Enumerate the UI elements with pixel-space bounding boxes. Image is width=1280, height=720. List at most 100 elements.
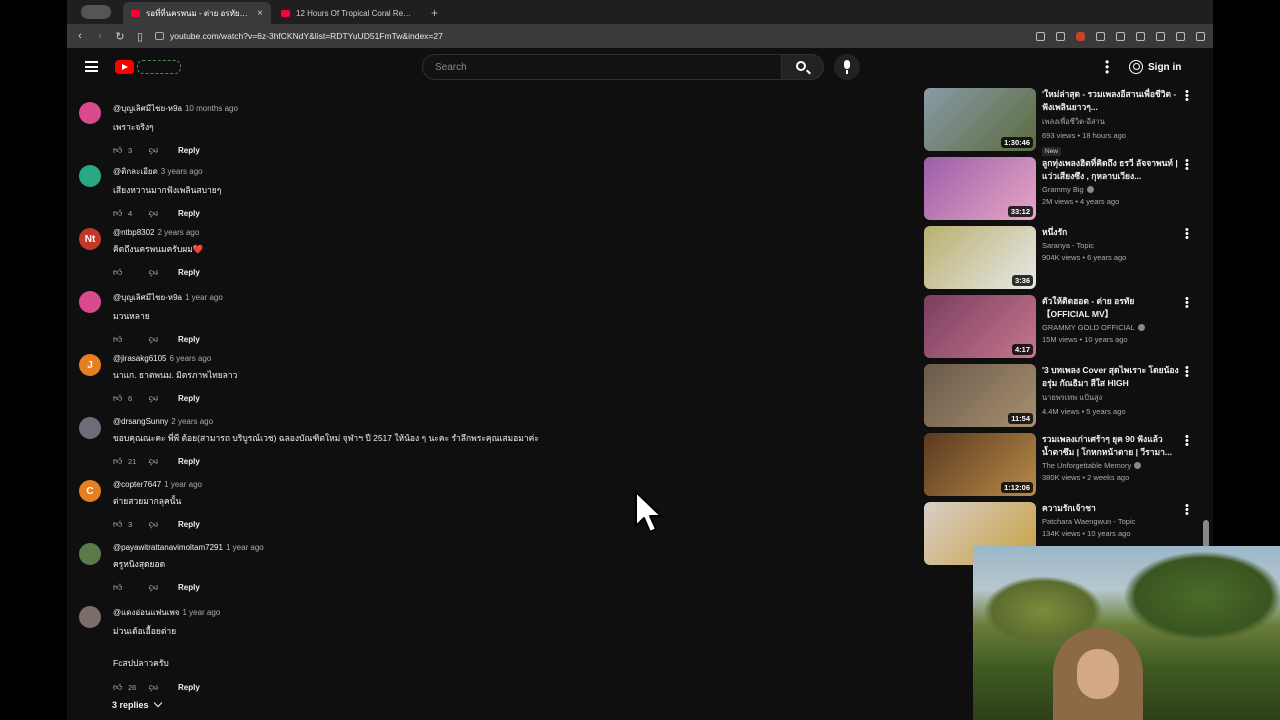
- avatar[interactable]: [79, 291, 101, 313]
- thumbs-down-icon[interactable]: 👍︎: [146, 267, 158, 278]
- comment-time[interactable]: 6 years ago: [169, 354, 211, 363]
- sidebar-icon[interactable]: [1116, 31, 1125, 41]
- url-field[interactable]: youtube.com/watch?v=6z-3hfCKNdY&list=RDT…: [155, 31, 1026, 41]
- thumbs-up-icon[interactable]: 👍︎: [113, 519, 125, 530]
- youtube-doodle[interactable]: [137, 60, 181, 74]
- comment-author[interactable]: @ติกละเอียด: [113, 167, 158, 176]
- thumbs-down-icon[interactable]: 👍︎: [146, 145, 158, 156]
- comment-time[interactable]: 1 year ago: [182, 608, 220, 617]
- thumbs-up-icon[interactable]: 👍︎: [113, 582, 125, 593]
- menu-icon[interactable]: [1196, 31, 1205, 41]
- more-actions-icon[interactable]: • • •: [1185, 363, 1189, 382]
- tab-close-icon[interactable]: ×: [257, 8, 263, 19]
- recommended-video[interactable]: 3:36 หนึ่งรัก Saranya - Topic 904K views…: [924, 225, 1199, 295]
- thumbs-down-icon[interactable]: 👍︎: [146, 519, 158, 530]
- recommended-video[interactable]: 33:12 ลูกทุ่งเพลงฮิตที่คิดถึง ธรวี ลัจจา…: [924, 156, 1199, 226]
- avatar[interactable]: [79, 165, 101, 187]
- voice-search-icon[interactable]: [834, 54, 860, 80]
- comment-time[interactable]: 1 year ago: [164, 480, 202, 489]
- view-replies-button[interactable]: 3 replies: [112, 698, 162, 710]
- comment-author[interactable]: @บุญเลิศมีไชย-ห9a: [113, 293, 182, 302]
- tab-inactive[interactable]: 12 Hours Of Tropical Coral Reef Fish: [273, 2, 421, 24]
- video-thumbnail[interactable]: 11:54: [924, 364, 1036, 427]
- reload-icon[interactable]: ↻: [115, 30, 125, 43]
- youtube-logo-icon[interactable]: [115, 60, 134, 74]
- comment-time[interactable]: 10 months ago: [185, 104, 238, 113]
- hamburger-menu-icon[interactable]: [85, 61, 98, 72]
- reply-button[interactable]: Reply: [178, 520, 200, 529]
- more-actions-icon[interactable]: • • •: [1185, 501, 1189, 520]
- more-actions-icon[interactable]: • • •: [1185, 225, 1189, 244]
- video-title[interactable]: ตัวให้ติดฮอต - ต่าย อรทัย 【OFFICIAL MV】: [1042, 295, 1182, 321]
- site-info-icon[interactable]: [155, 32, 164, 40]
- video-thumbnail[interactable]: 3:36: [924, 226, 1036, 289]
- thumbs-up-icon[interactable]: 👍︎: [113, 682, 125, 693]
- video-thumbnail[interactable]: 33:12: [924, 157, 1036, 220]
- video-title[interactable]: หนึ่งรัก: [1042, 226, 1182, 239]
- video-title[interactable]: รวมเพลงเก่าเศร้าๆ ยุค 90 ฟังแล้วน้ำตาซึม…: [1042, 433, 1182, 459]
- more-actions-icon[interactable]: • • •: [1185, 432, 1189, 451]
- shield-icon[interactable]: [1176, 31, 1185, 41]
- channel-name[interactable]: Grammy Big: [1042, 185, 1182, 194]
- settings-more-icon[interactable]: • • •: [1105, 56, 1109, 78]
- channel-name[interactable]: GRAMMY GOLD OFFICIAL: [1042, 323, 1182, 332]
- video-thumbnail[interactable]: 1:30:46: [924, 88, 1036, 151]
- comment-author[interactable]: @jirasakg6105: [113, 354, 166, 363]
- more-actions-icon[interactable]: • • •: [1185, 87, 1189, 106]
- reply-button[interactable]: Reply: [178, 268, 200, 277]
- comment-author[interactable]: @แดงอ่อนแฟนเพจ: [113, 608, 179, 617]
- channel-name[interactable]: The Unforgettable Memory: [1042, 461, 1182, 470]
- reply-button[interactable]: Reply: [178, 457, 200, 466]
- reply-button[interactable]: Reply: [178, 209, 200, 218]
- back-icon[interactable]: ‹: [75, 30, 85, 42]
- thumbs-down-icon[interactable]: 👍︎: [146, 582, 158, 593]
- thumbs-up-icon[interactable]: 👍︎: [113, 334, 125, 345]
- thumbs-down-icon[interactable]: 👍︎: [146, 208, 158, 219]
- channel-name[interactable]: เพลงเพื่อชีวิต-อีสาน: [1042, 116, 1182, 128]
- recommended-video[interactable]: 4:17 ตัวให้ติดฮอต - ต่าย อรทัย 【OFFICIAL…: [924, 294, 1199, 364]
- recommended-video[interactable]: 1:12:06 รวมเพลงเก่าเศร้าๆ ยุค 90 ฟังแล้ว…: [924, 432, 1199, 502]
- thumbs-up-icon[interactable]: 👍︎: [113, 456, 125, 467]
- bookmark-icon[interactable]: ▯: [135, 30, 145, 43]
- tab-group-pill[interactable]: [81, 5, 111, 19]
- tab-active[interactable]: รอที่ที่นครพนม - ต่าย อรทัย【OFFICIAL MV】…: [123, 2, 271, 24]
- comment-author[interactable]: @drsangSunny: [113, 417, 168, 426]
- comment-author[interactable]: @copter7647: [113, 480, 161, 489]
- comment-time[interactable]: 1 year ago: [185, 293, 223, 302]
- video-title[interactable]: ลูกทุ่งเพลงฮิตที่คิดถึง ธรวี ลัจจาพนท์ |…: [1042, 157, 1182, 183]
- comment-time[interactable]: 1 year ago: [226, 543, 264, 552]
- comment-author[interactable]: @บุญเลิศมีไชย-ห9a: [113, 104, 182, 113]
- thumbs-down-icon[interactable]: 👍︎: [146, 456, 158, 467]
- thumbs-up-icon[interactable]: 👍︎: [113, 145, 125, 156]
- video-title[interactable]: ความรักเจ้าชา: [1042, 502, 1182, 515]
- cast-icon[interactable]: [1036, 31, 1045, 41]
- comment-time[interactable]: 3 years ago: [161, 167, 203, 176]
- avatar[interactable]: [79, 543, 101, 565]
- wallet-icon[interactable]: [1136, 31, 1145, 41]
- comment-author[interactable]: @ntbp8302: [113, 228, 155, 237]
- recommended-video[interactable]: 1:30:46 'ใหม่ล่าสุด - รวมเพลงอีสานเพื่อช…: [924, 87, 1199, 157]
- scrollbar-thumb[interactable]: [1203, 520, 1209, 548]
- password-icon[interactable]: [1056, 31, 1065, 41]
- forward-icon[interactable]: ›: [95, 30, 105, 42]
- reply-button[interactable]: Reply: [178, 583, 200, 592]
- sign-in-button[interactable]: Sign in: [1129, 57, 1181, 77]
- thumbs-down-icon[interactable]: 👍︎: [146, 393, 158, 404]
- more-actions-icon[interactable]: • • •: [1185, 156, 1189, 175]
- video-title[interactable]: 'ใหม่ล่าสุด - รวมเพลงอีสานเพื่อชีวิต - ฟ…: [1042, 88, 1182, 114]
- video-title[interactable]: '3 บทเพลง Cover สุดไพเราะ โดยน้องอรุ่ม ก…: [1042, 364, 1182, 390]
- thumbs-down-icon[interactable]: 👍︎: [146, 334, 158, 345]
- channel-name[interactable]: นายพรเทพ แป้นสูง: [1042, 392, 1182, 404]
- search-input[interactable]: [422, 54, 782, 80]
- new-tab-icon[interactable]: +: [423, 6, 446, 24]
- extension-icon[interactable]: [1076, 31, 1085, 41]
- comment-time[interactable]: 2 years ago: [158, 228, 200, 237]
- ai-icon[interactable]: [1156, 31, 1165, 41]
- reply-button[interactable]: Reply: [178, 683, 200, 692]
- thumbs-down-icon[interactable]: 👍︎: [146, 682, 158, 693]
- avatar[interactable]: J: [79, 354, 101, 376]
- channel-name[interactable]: Saranya - Topic: [1042, 241, 1182, 250]
- search-button[interactable]: [782, 54, 824, 80]
- recommended-video[interactable]: 11:54 '3 บทเพลง Cover สุดไพเราะ โดยน้องอ…: [924, 363, 1199, 433]
- more-actions-icon[interactable]: • • •: [1185, 294, 1189, 313]
